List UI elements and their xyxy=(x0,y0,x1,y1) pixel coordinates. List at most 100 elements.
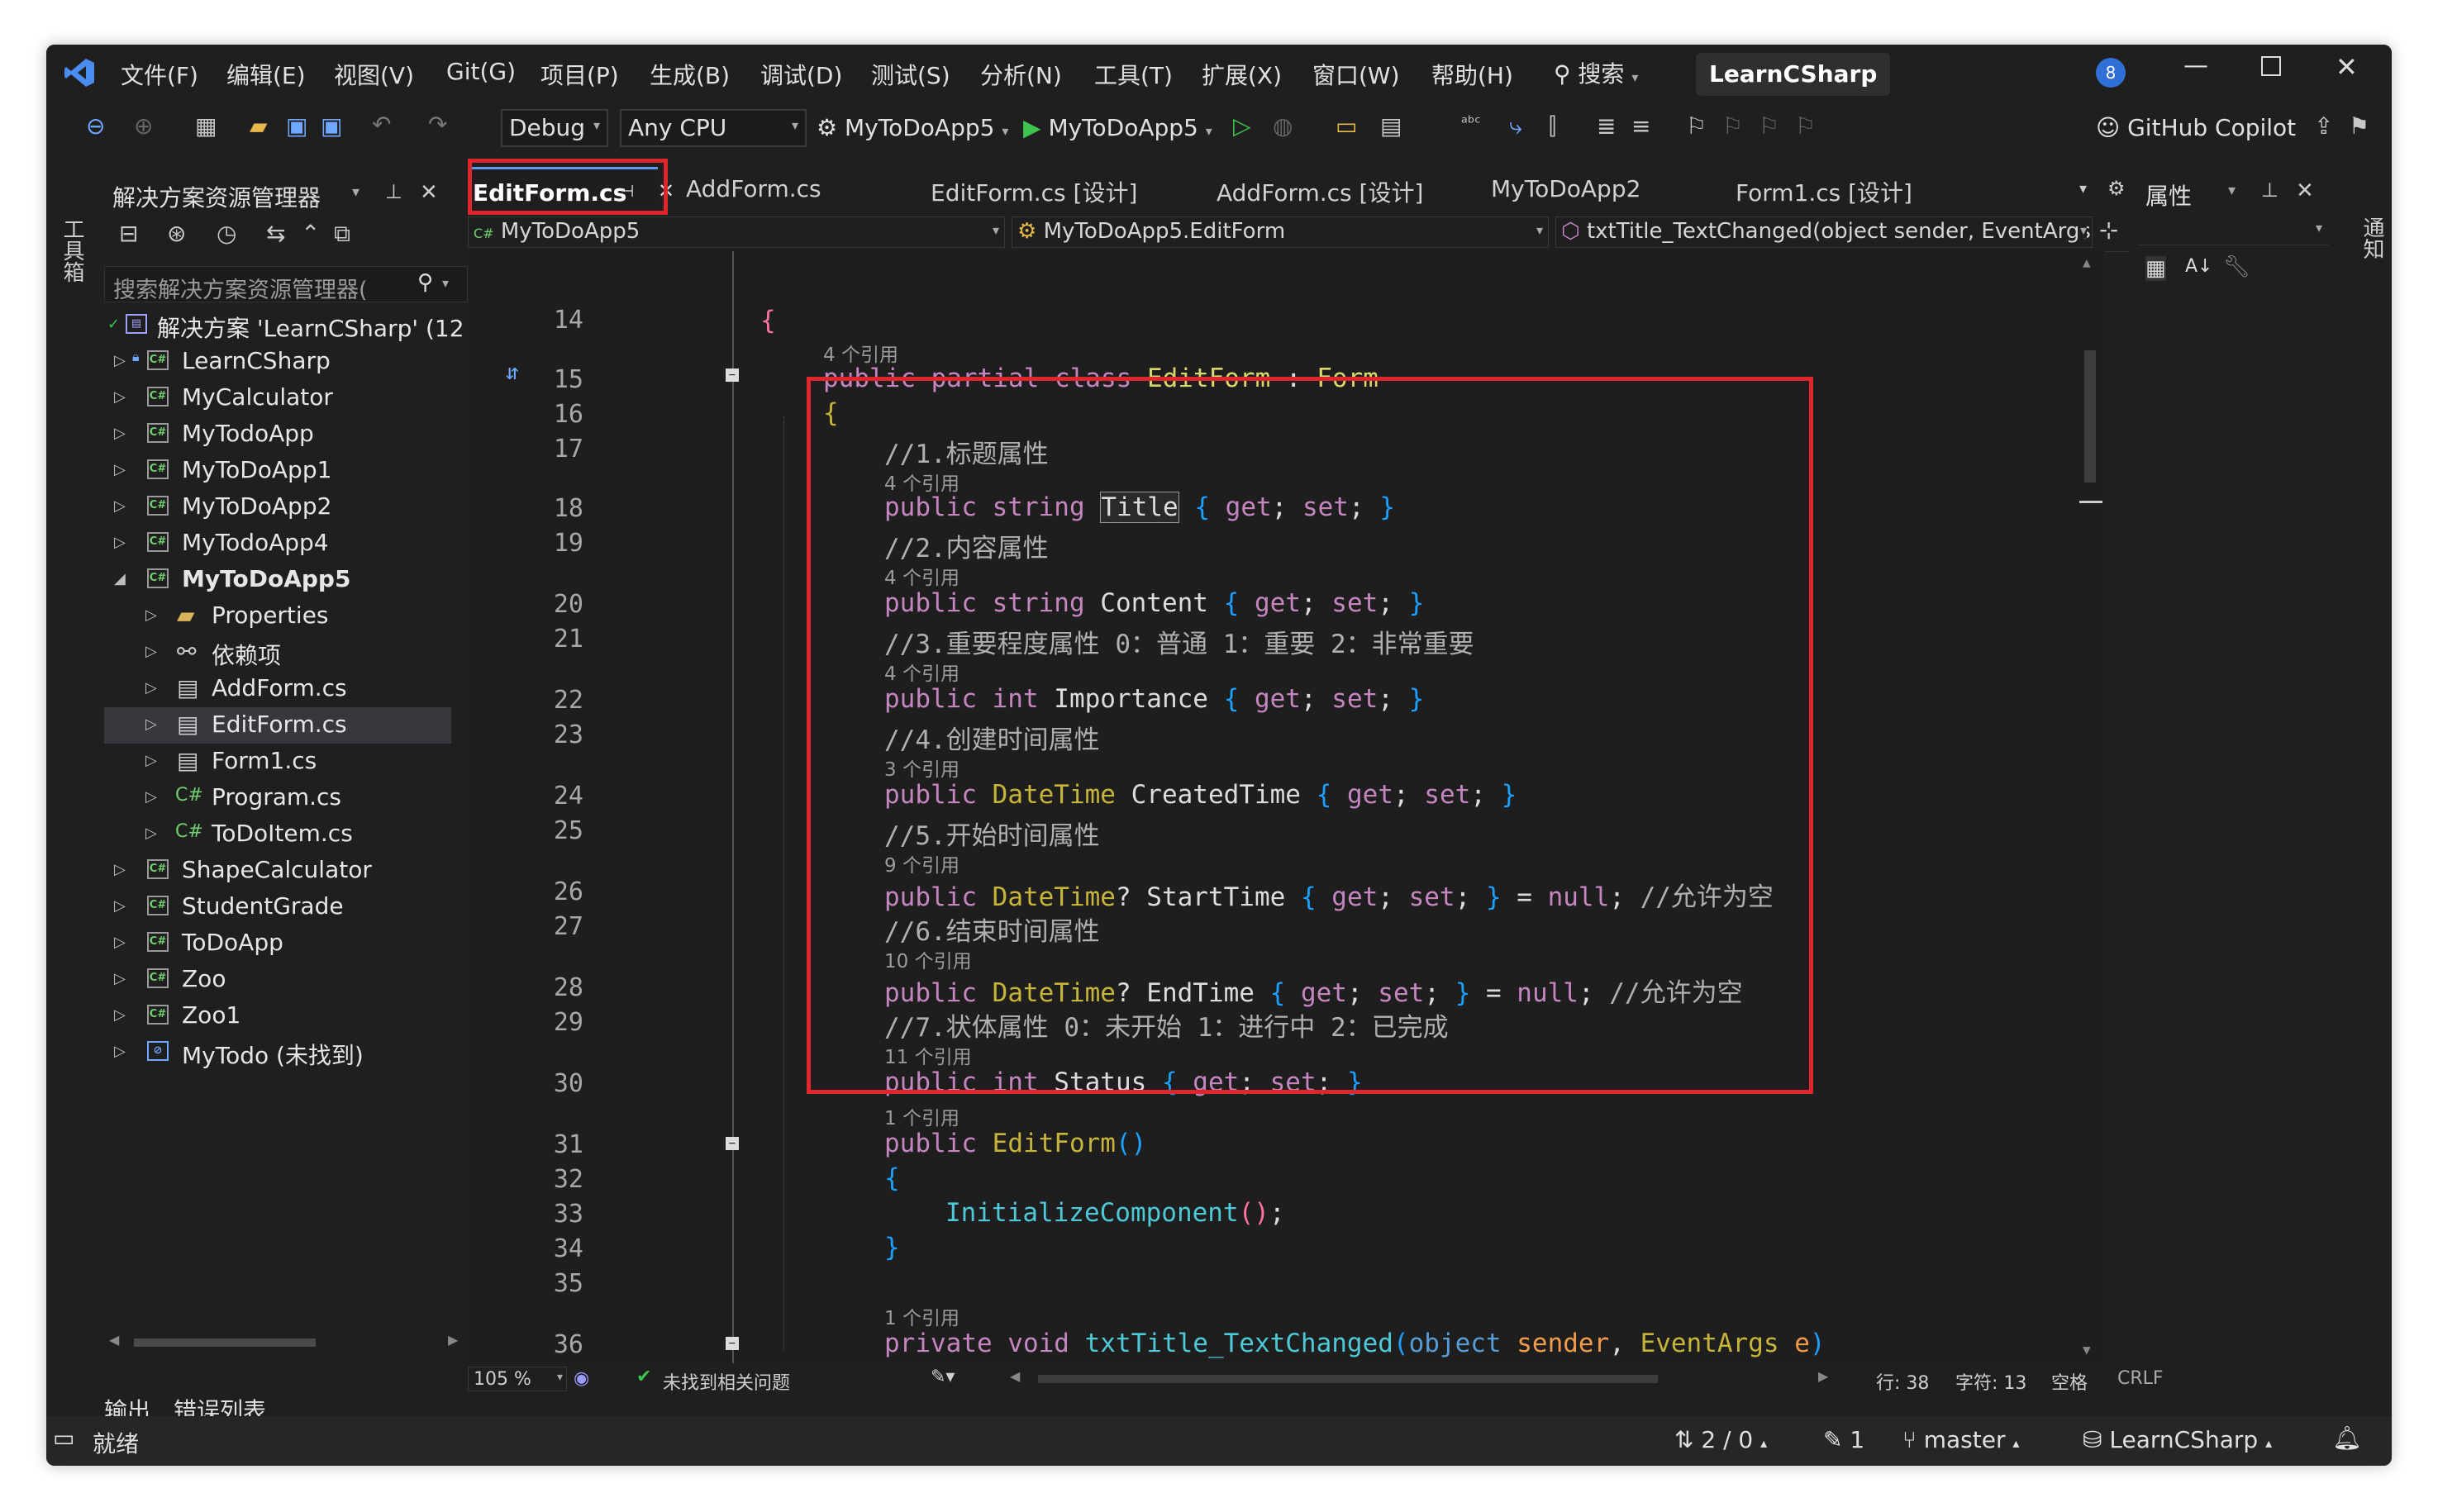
configuration-select[interactable]: Debug ▾ xyxy=(501,109,608,147)
alphabetical-icon[interactable]: A↓ xyxy=(2185,256,2212,277)
notifications-tab[interactable]: 通知 xyxy=(2357,216,2388,259)
tree-file[interactable]: ▷ ▤ AddForm.cs xyxy=(104,671,451,707)
forward-icon[interactable]: ⊕ xyxy=(134,112,153,140)
indent-icon[interactable]: ≣ xyxy=(1597,112,1616,140)
menu-view[interactable]: 视图(V) xyxy=(334,58,414,91)
tree-project-active[interactable]: ◢ C# MyToDoApp5 xyxy=(104,562,451,598)
tab-mytodoapp2[interactable]: MyToDoApp2 xyxy=(1491,175,1640,202)
codelens-references[interactable]: 4 个引用 xyxy=(823,339,898,367)
properties-icon[interactable]: ⧉ xyxy=(334,220,350,248)
project-dropdown[interactable]: C# MyToDoApp5 ▾ xyxy=(468,216,1005,248)
clear-bookmark-icon[interactable]: ⚐ xyxy=(1795,112,1816,140)
switch-view-icon[interactable]: ⇆ xyxy=(266,220,285,247)
history-icon[interactable]: ◷ xyxy=(217,220,236,247)
maximize-button[interactable] xyxy=(2261,56,2281,76)
search-button[interactable]: ⚲ 搜索 ▾ xyxy=(1554,56,1638,89)
scroll-up-icon[interactable]: ▲ xyxy=(2083,254,2091,270)
tree-solution[interactable]: ✓ ▤ 解决方案 'LearnCSharp' (12 xyxy=(104,307,464,344)
toolbox-tab[interactable]: 工具箱 xyxy=(60,218,84,283)
menu-file[interactable]: 文件(F) xyxy=(121,58,198,91)
copilot-status-icon[interactable]: ◉ xyxy=(574,1368,589,1389)
tree-project[interactable]: ▷ C# Zoo xyxy=(104,962,451,998)
collapse-region-icon[interactable]: − xyxy=(726,368,739,382)
save-all-icon[interactable]: ▣ xyxy=(321,112,342,140)
code-cleanup-icon[interactable]: ✎▾ xyxy=(931,1367,955,1387)
collapse-region-icon[interactable]: − xyxy=(726,1337,739,1350)
undo-icon[interactable]: ↶ xyxy=(372,111,391,138)
back-icon[interactable]: ⊖ xyxy=(86,112,105,140)
tab-addform-cs[interactable]: AddForm.cs xyxy=(686,175,821,202)
git-changes[interactable]: ⇅ 2 / 0 ▴ xyxy=(1674,1426,1767,1453)
menu-analyze[interactable]: 分析(N) xyxy=(980,58,1062,91)
tree-project[interactable]: ▷ C# ToDoApp xyxy=(104,925,451,962)
notification-badge[interactable]: 8 xyxy=(2096,58,2126,88)
tree-project-missing[interactable]: ▷ ⊘ MyTodo (未找到) xyxy=(104,1034,451,1071)
format-icon[interactable]: ⫿ xyxy=(1549,112,1556,140)
editor-hscroll-thumb[interactable] xyxy=(1038,1375,1658,1383)
class-dropdown[interactable]: ⚙ MyToDoApp5.EditForm ▾ xyxy=(1012,216,1549,248)
tree-project[interactable]: ▷ C# MyTodoApp xyxy=(104,416,451,453)
codelens-references[interactable]: 1 个引用 xyxy=(884,1302,959,1330)
tree-file[interactable]: ▷ C# Program.cs xyxy=(104,780,451,816)
open-folder-icon[interactable]: ▰ xyxy=(250,112,268,140)
split-icon[interactable]: ⊹ xyxy=(2099,216,2118,244)
menu-edit[interactable]: 编辑(E) xyxy=(226,58,306,91)
menu-project[interactable]: 项目(P) xyxy=(540,58,619,91)
solution-hscrollbar[interactable]: ◀ ▶ xyxy=(109,1332,464,1353)
chevron-down-icon[interactable]: ▾ xyxy=(352,183,360,201)
tree-project-learncsharp[interactable]: ▷ 🔒︎ C# LearnCSharp xyxy=(104,344,451,380)
pin-icon[interactable]: ⊥ xyxy=(385,180,402,203)
chevron-down-icon[interactable]: ▾ xyxy=(2228,182,2236,199)
outdent-icon[interactable]: ≡ xyxy=(1631,112,1650,140)
hot-reload-icon[interactable]: ◍ xyxy=(1273,112,1293,140)
share-icon[interactable]: ⇪ xyxy=(2314,112,2333,140)
member-dropdown[interactable]: ⬡ txtTitle_TextChanged(object sender, Ev… xyxy=(1555,216,2093,248)
spellcheck-icon[interactable]: ᵃᵇᶜ xyxy=(1461,112,1481,132)
start-without-debug-icon[interactable]: ▷ xyxy=(1233,112,1251,140)
tab-form1-design[interactable]: Form1.cs [设计] xyxy=(1736,175,1912,208)
minimize-button[interactable]: — xyxy=(2183,51,2208,80)
bookmark-icon[interactable]: ⚐ xyxy=(1686,112,1707,140)
git-branch[interactable]: ⑂ master ▴ xyxy=(1902,1426,2019,1453)
tree-file[interactable]: ▷ C# ToDoItem.cs xyxy=(104,816,451,853)
redo-icon[interactable]: ↷ xyxy=(428,111,447,138)
github-copilot-button[interactable]: ☺ GitHub Copilot xyxy=(2096,114,2296,141)
pending-edits[interactable]: ✎ 1 xyxy=(1823,1426,1864,1453)
gear-icon[interactable]: ⚙ xyxy=(2107,177,2126,200)
sync-icon[interactable]: ⊟ xyxy=(119,220,138,247)
step-icon[interactable]: ⤷ xyxy=(1509,112,1522,140)
pin-icon[interactable]: ⊥ xyxy=(2261,178,2278,202)
tree-file-selected[interactable]: ▷ ▤ EditForm.cs xyxy=(104,707,451,744)
collapse-all-icon[interactable]: ⌃ xyxy=(301,220,320,247)
home-icon[interactable]: ⊛ xyxy=(167,220,186,247)
startup-project-select[interactable]: ⚙ MyToDoApp5 ▾ xyxy=(817,114,1008,141)
menu-window[interactable]: 窗口(W) xyxy=(1312,58,1400,91)
feedback-icon[interactable]: ⚑ xyxy=(2349,112,2369,140)
scroll-right-icon[interactable]: ▶ xyxy=(1818,1368,1828,1384)
tree-folder[interactable]: ▷ ▰ Properties xyxy=(104,598,451,635)
tree-file[interactable]: ▷ ▤ Form1.cs xyxy=(104,744,451,780)
tree-project[interactable]: ▷ C# MyTodoApp4 xyxy=(104,525,451,562)
wrench-icon[interactable]: 🔧︎ xyxy=(2223,254,2250,279)
scroll-left-icon[interactable]: ◀ xyxy=(1010,1368,1020,1384)
eol-indicator[interactable]: CRLF xyxy=(2117,1368,2164,1389)
next-bookmark-icon[interactable]: ⚐ xyxy=(1759,112,1779,140)
platform-select[interactable]: Any CPU ▾ xyxy=(620,109,807,147)
tree-project[interactable]: ▷ C# MyCalculator xyxy=(104,380,451,416)
close-panel-icon[interactable]: ✕ xyxy=(420,180,438,205)
tree-folder[interactable]: ▷ ⚯ 依赖项 xyxy=(104,635,451,671)
menu-git[interactable]: Git(G) xyxy=(446,58,516,85)
scroll-thumb[interactable] xyxy=(134,1338,316,1347)
menu-tools[interactable]: 工具(T) xyxy=(1094,58,1173,91)
tree-project[interactable]: ▷ C# MyToDoApp2 xyxy=(104,489,451,525)
scroll-right-icon[interactable]: ▶ xyxy=(448,1332,458,1348)
new-item-icon[interactable]: ▦ xyxy=(195,112,217,140)
window-layout-icon[interactable]: ▤ xyxy=(1380,112,1402,140)
git-repository[interactable]: ⛁ LearnCSharp ▴ xyxy=(2083,1426,2272,1453)
browse-icon[interactable]: ▭ xyxy=(1336,112,1357,140)
prev-bookmark-icon[interactable]: ⚐ xyxy=(1722,112,1743,140)
properties-object-select[interactable]: ▾ xyxy=(2137,213,2329,245)
scroll-down-icon[interactable]: ▼ xyxy=(2083,1342,2091,1357)
collapse-region-icon[interactable]: − xyxy=(726,1137,739,1150)
indent-indicator[interactable]: 空格 xyxy=(2051,1368,2088,1395)
